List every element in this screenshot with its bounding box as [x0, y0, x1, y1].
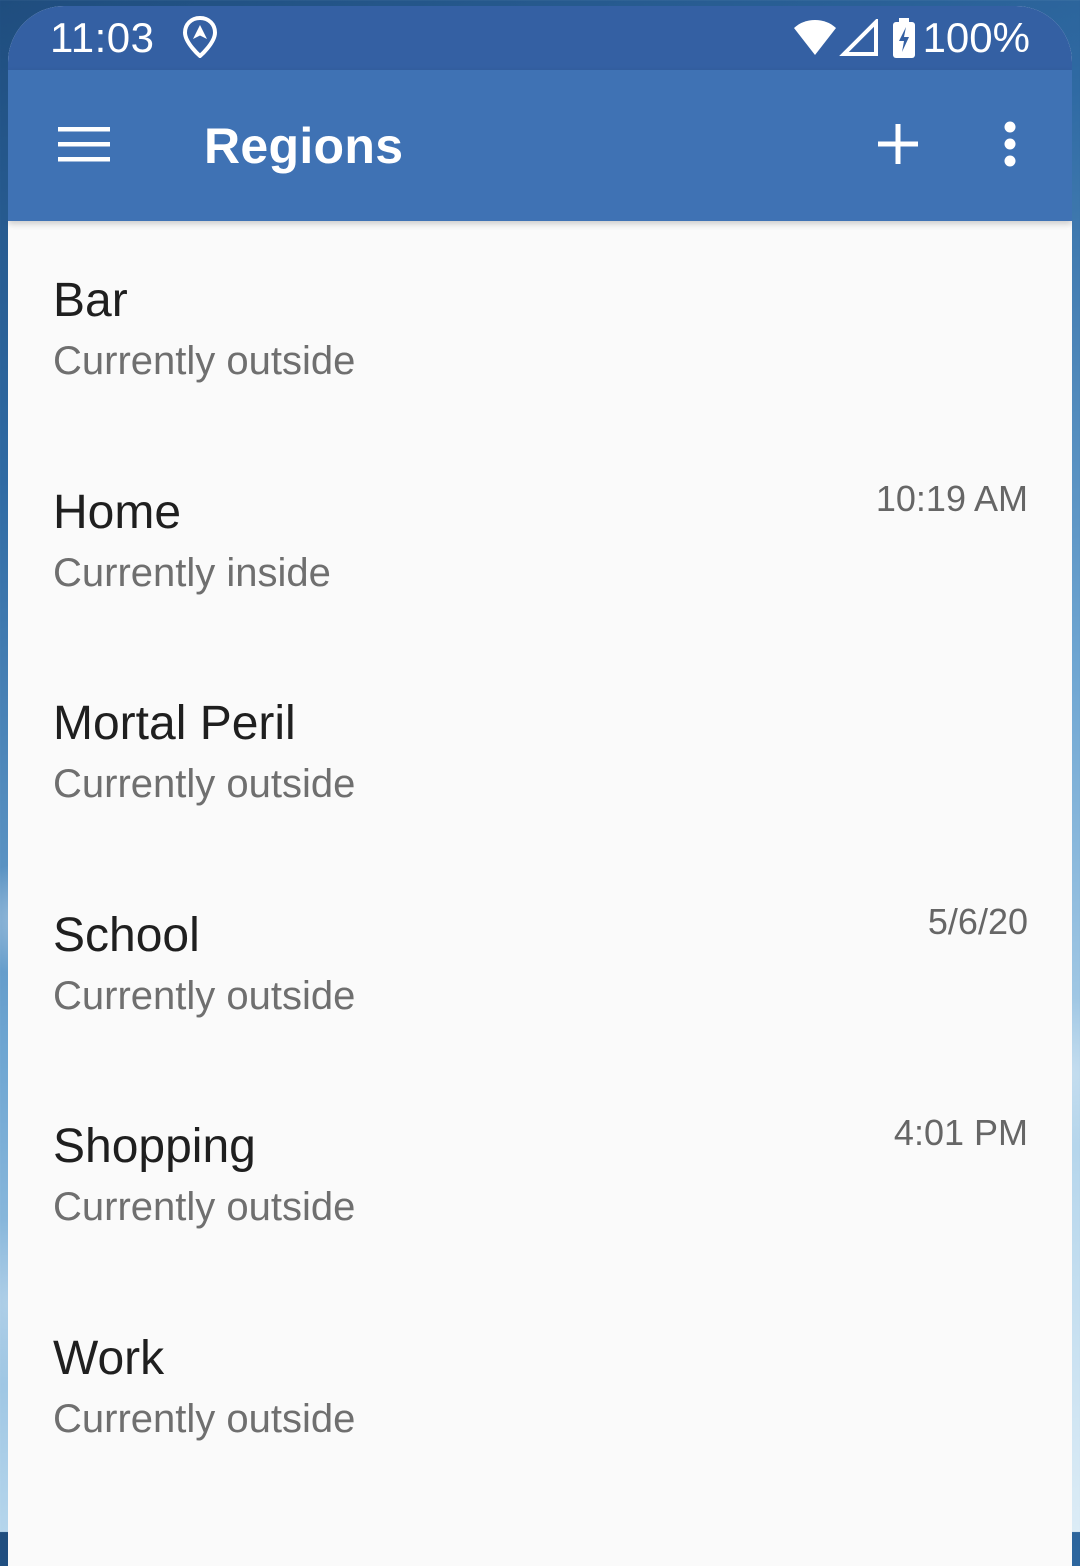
region-name: Home: [53, 485, 182, 539]
region-list-item[interactable]: School Currently outside 5/6/20: [8, 856, 1072, 1068]
region-list-item[interactable]: Bar Currently outside: [8, 221, 1072, 433]
menu-button[interactable]: [42, 110, 126, 182]
region-last-change-time: 10:19 AM: [875, 477, 1028, 519]
region-list-item[interactable]: Mortal Peril Currently outside: [8, 644, 1072, 856]
region-name: Bar: [53, 274, 128, 327]
status-indicators: 100%: [793, 14, 1030, 62]
wifi-icon: [793, 19, 837, 57]
region-name: Work: [53, 1331, 165, 1385]
region-last-change-time: 5/6/20: [927, 900, 1028, 942]
region-list-item[interactable]: Work Currently outside: [8, 1279, 1072, 1491]
region-list-item[interactable]: Home Currently inside 10:19 AM: [8, 433, 1072, 645]
status-time: 11:03: [50, 14, 155, 61]
region-status: Currently outside: [53, 973, 356, 1018]
app-toolbar: Regions: [8, 70, 1072, 221]
more-options-button[interactable]: [980, 110, 1040, 182]
region-list-item[interactable]: Shopping Currently outside 4:01 PM: [8, 1067, 1072, 1279]
battery-percentage: 100%: [922, 14, 1030, 61]
region-status: Currently inside: [53, 550, 331, 595]
region-name: Shopping: [53, 1120, 256, 1173]
region-status: Currently outside: [53, 339, 356, 383]
status-bar: 11:03 100%: [8, 6, 1072, 70]
region-list: Bar Currently outside Home Currently ins…: [8, 221, 1072, 1490]
region-status: Currently outside: [53, 762, 356, 806]
app-screen: 11:03 100% Regions Bar Currently outside…: [8, 6, 1072, 1566]
page-title: Regions: [204, 118, 404, 174]
more-vert-icon: [1002, 121, 1018, 172]
menu-icon: [58, 125, 110, 168]
battery-charging-icon: [892, 18, 915, 58]
add-icon: [878, 123, 918, 169]
region-status: Currently outside: [53, 1396, 356, 1441]
region-last-change-time: 4:01 PM: [893, 1112, 1028, 1153]
region-name: Mortal Peril: [53, 697, 296, 750]
location-icon: [182, 15, 218, 59]
cellular-signal-icon: [838, 19, 879, 57]
region-status: Currently outside: [53, 1185, 356, 1229]
region-name: School: [53, 908, 200, 962]
add-region-button[interactable]: [858, 110, 938, 182]
